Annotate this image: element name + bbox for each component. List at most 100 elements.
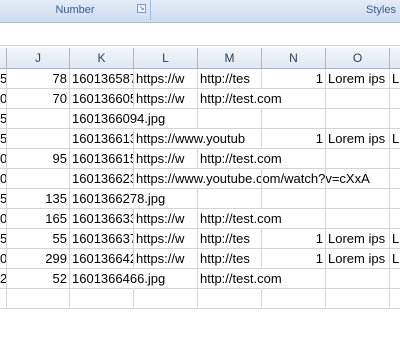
cell-O[interactable] xyxy=(326,269,390,289)
cell-K[interactable]: 1601366278.jpg xyxy=(70,189,165,209)
cell-J[interactable]: 299 xyxy=(7,249,70,269)
cell-K[interactable]: 160136623 xyxy=(70,169,134,189)
cell-P[interactable] xyxy=(390,149,400,169)
cell-I[interactable]: 5 xyxy=(0,189,7,209)
cell-M[interactable]: http://tes xyxy=(198,229,262,249)
cell-I[interactable]: 5 xyxy=(0,109,7,129)
cell-L[interactable] xyxy=(134,289,198,309)
cell-N[interactable] xyxy=(262,289,326,309)
cell-L[interactable] xyxy=(134,189,198,209)
cell-J[interactable]: 55 xyxy=(7,229,70,249)
cell-J[interactable]: 78 xyxy=(7,69,70,89)
column-header-I[interactable] xyxy=(0,48,7,68)
cell-J[interactable] xyxy=(7,169,70,189)
cell-O[interactable]: Lorem ips xyxy=(326,129,390,149)
cell-N[interactable]: 1 xyxy=(262,229,326,249)
cell-K[interactable]: 160136633 xyxy=(70,209,134,229)
cell-L[interactable] xyxy=(134,269,198,289)
cell-P[interactable] xyxy=(390,189,400,209)
cell-I[interactable]: 0 xyxy=(0,149,7,169)
cell-I[interactable]: 2 xyxy=(0,269,7,289)
cell-K[interactable] xyxy=(70,289,134,309)
cell-I[interactable]: 0 xyxy=(0,249,7,269)
cell-M[interactable]: http://test.com xyxy=(198,89,282,109)
cell-N[interactable] xyxy=(262,269,326,289)
cell-K[interactable]: 1601366094.jpg xyxy=(70,109,165,129)
cell-I[interactable] xyxy=(0,289,7,309)
cell-P[interactable] xyxy=(390,89,400,109)
cell-K[interactable]: 160136642 xyxy=(70,249,134,269)
number-dialog-launcher-icon[interactable]: ↘ xyxy=(137,4,146,13)
cell-I[interactable]: 5 xyxy=(0,229,7,249)
cell-K[interactable]: 160136613 xyxy=(70,129,134,149)
cell-I[interactable]: 5 xyxy=(0,129,7,149)
cell-I[interactable]: 5 xyxy=(0,69,7,89)
cell-M[interactable] xyxy=(198,129,262,149)
cell-M[interactable]: http://test.com xyxy=(198,209,282,229)
cell-K[interactable]: 160136587 xyxy=(70,69,134,89)
cell-O[interactable] xyxy=(326,109,390,129)
cell-K[interactable]: 160136605 xyxy=(70,89,134,109)
cell-O[interactable] xyxy=(326,149,390,169)
cell-M[interactable]: http://test.com xyxy=(198,269,282,289)
cell-K[interactable]: 160136637 xyxy=(70,229,134,249)
cell-I[interactable]: 0 xyxy=(0,209,7,229)
cell-K[interactable]: 1601366466.jpg xyxy=(70,269,165,289)
cell-M[interactable]: http://tes xyxy=(198,249,262,269)
cell-O[interactable] xyxy=(326,89,390,109)
cell-O[interactable]: Lorem ips xyxy=(326,249,390,269)
cell-P[interactable] xyxy=(390,209,400,229)
cell-O[interactable] xyxy=(326,169,390,189)
cell-N[interactable] xyxy=(262,109,326,129)
cell-O[interactable]: Lorem ips xyxy=(326,69,390,89)
column-header-N[interactable]: N xyxy=(262,48,326,68)
cell-P[interactable]: L xyxy=(390,129,400,149)
cell-M[interactable] xyxy=(198,189,262,209)
cell-J[interactable]: 165 xyxy=(7,209,70,229)
column-header-P[interactable] xyxy=(390,48,400,68)
cell-O[interactable] xyxy=(326,289,390,309)
cell-I[interactable]: 0 xyxy=(0,169,7,189)
cell-K[interactable]: 160136615 xyxy=(70,149,134,169)
cell-N[interactable]: 1 xyxy=(262,69,326,89)
cell-P[interactable]: L xyxy=(390,229,400,249)
column-header-M[interactable]: M xyxy=(198,48,262,68)
cell-L[interactable]: https://w xyxy=(134,249,198,269)
cell-L[interactable]: https://www.youtube.com/watch?v=cXxA xyxy=(134,169,370,189)
cell-L[interactable]: https://w xyxy=(134,209,198,229)
cell-O[interactable] xyxy=(326,209,390,229)
cell-L[interactable] xyxy=(134,109,198,129)
cell-J[interactable]: 52 xyxy=(7,269,70,289)
cell-P[interactable] xyxy=(390,289,400,309)
cell-P[interactable] xyxy=(390,269,400,289)
cell-N[interactable] xyxy=(262,169,326,189)
cell-N[interactable] xyxy=(262,189,326,209)
cell-J[interactable] xyxy=(7,109,70,129)
cell-L[interactable]: https://w xyxy=(134,89,198,109)
cell-N[interactable]: 1 xyxy=(262,249,326,269)
cell-L[interactable]: https://w xyxy=(134,149,198,169)
cell-J[interactable]: 70 xyxy=(7,89,70,109)
column-header-J[interactable]: J xyxy=(7,48,70,68)
cell-M[interactable]: http://tes xyxy=(198,69,262,89)
cell-J[interactable]: 95 xyxy=(7,149,70,169)
cell-P[interactable] xyxy=(390,169,400,189)
cell-P[interactable] xyxy=(390,109,400,129)
cell-N[interactable]: 1 xyxy=(262,129,326,149)
cell-J[interactable] xyxy=(7,289,70,309)
cell-L[interactable]: https://www.youtub xyxy=(134,129,245,149)
cell-O[interactable]: Lorem ips xyxy=(326,229,390,249)
cell-O[interactable] xyxy=(326,189,390,209)
cell-P[interactable]: L xyxy=(390,69,400,89)
cell-N[interactable] xyxy=(262,89,326,109)
cell-J[interactable] xyxy=(7,129,70,149)
cell-J[interactable]: 135 xyxy=(7,189,70,209)
cell-N[interactable] xyxy=(262,149,326,169)
cell-P[interactable]: L xyxy=(390,249,400,269)
column-header-L[interactable]: L xyxy=(134,48,198,68)
cell-M[interactable] xyxy=(198,169,262,189)
cell-N[interactable] xyxy=(262,209,326,229)
cell-M[interactable] xyxy=(198,289,262,309)
cell-L[interactable]: https://w xyxy=(134,69,198,89)
cell-L[interactable]: https://w xyxy=(134,229,198,249)
